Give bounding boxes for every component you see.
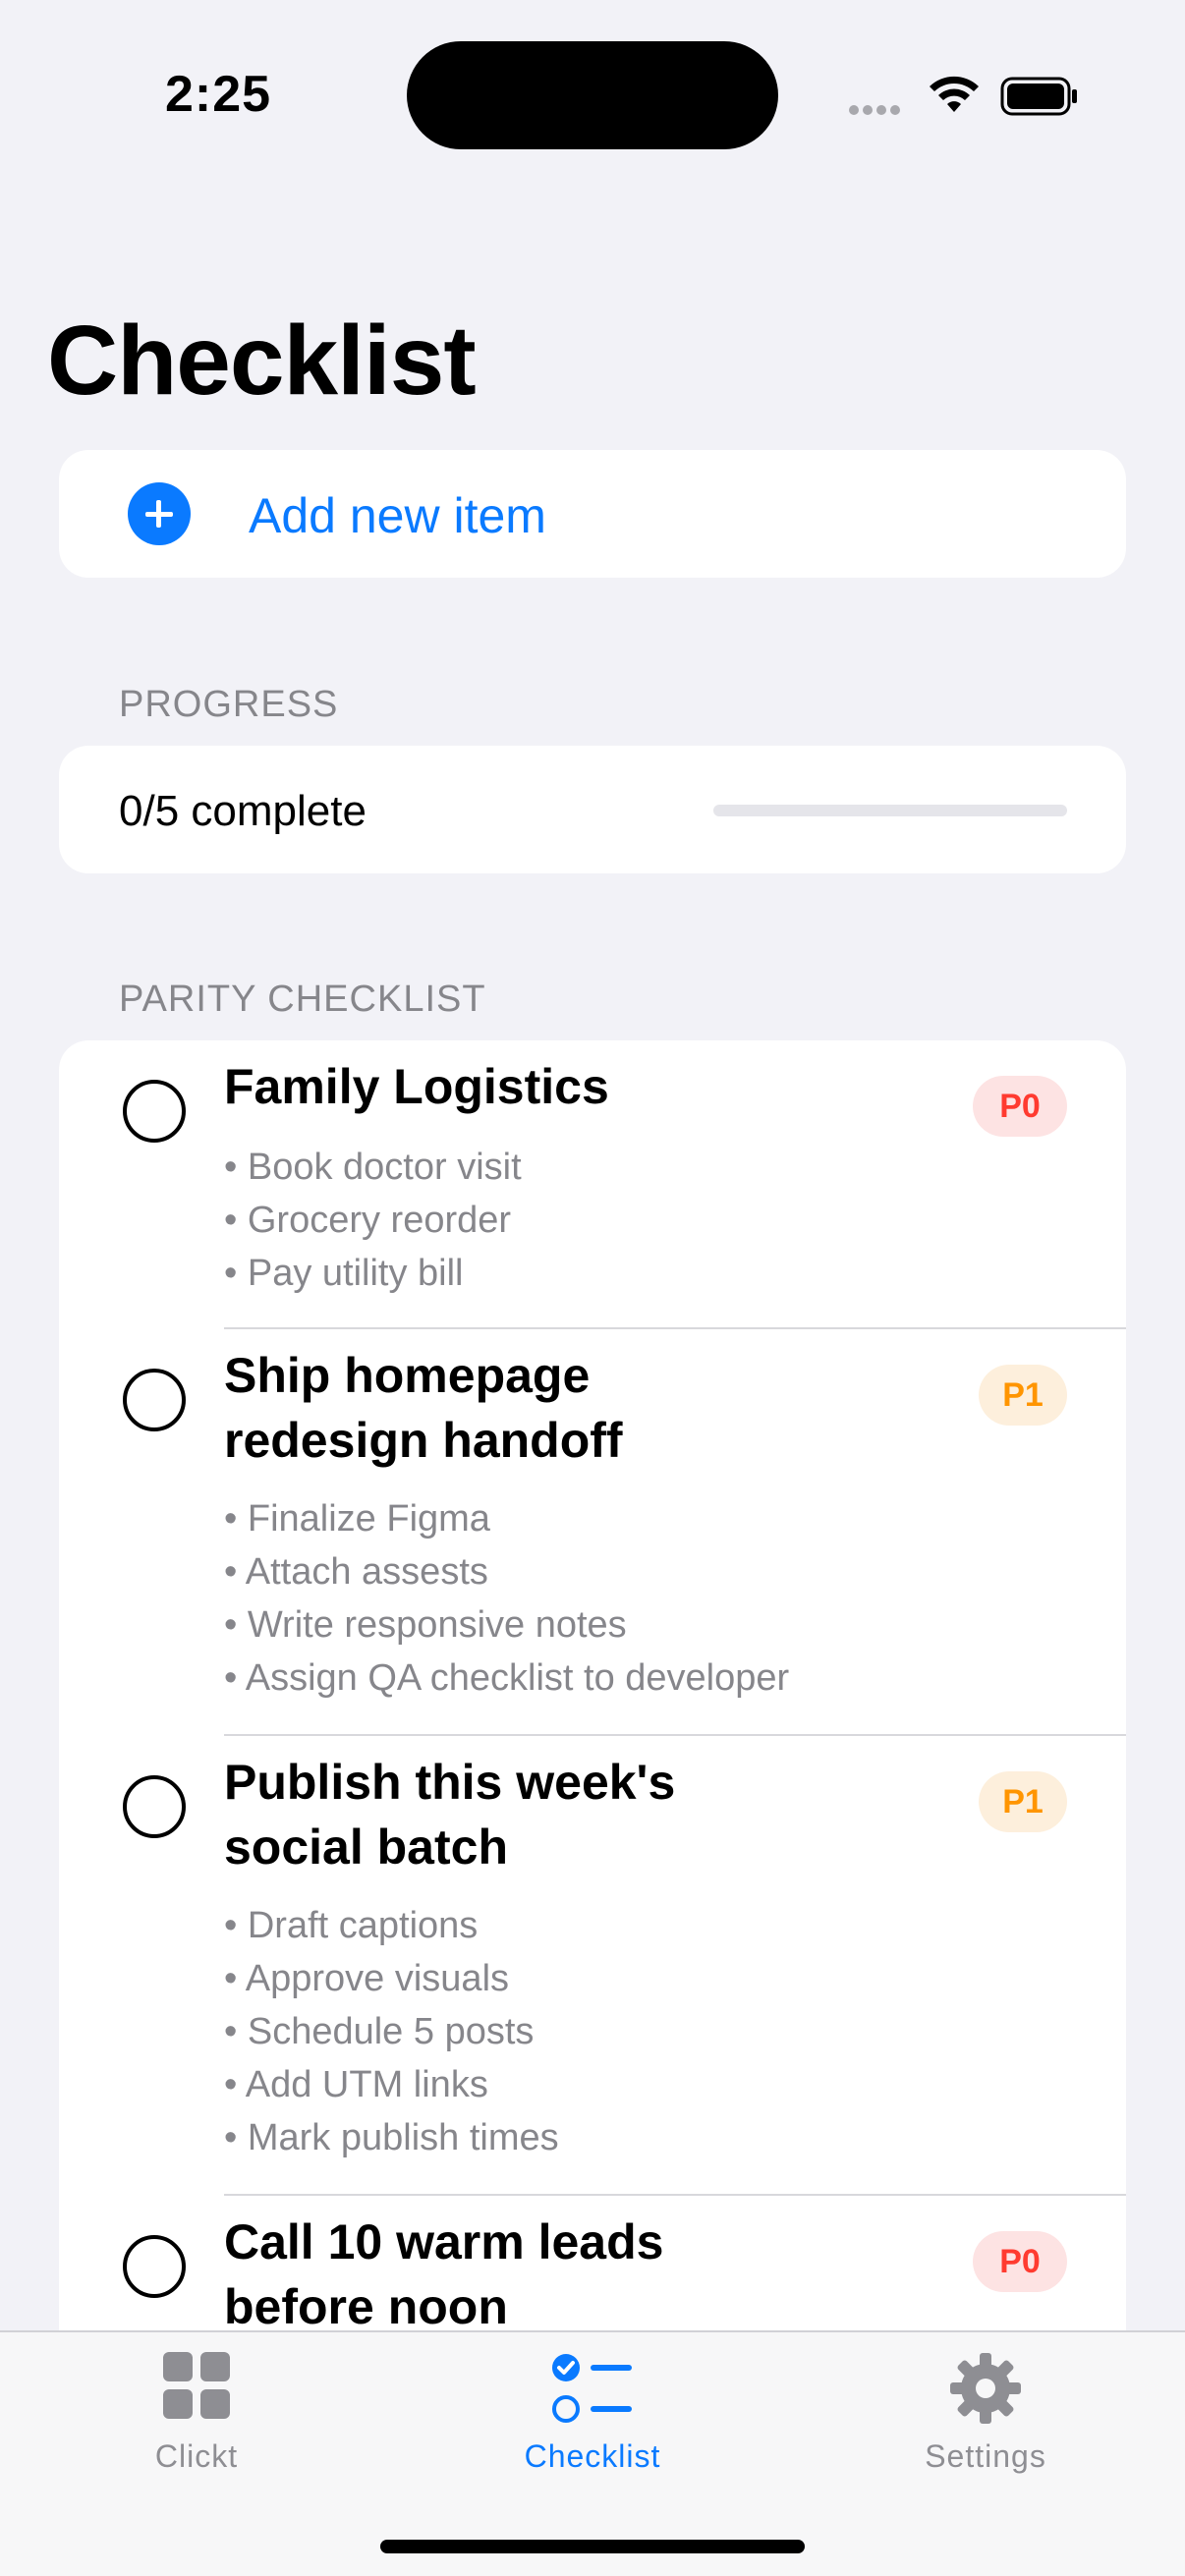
checkbox-circle-icon[interactable] — [123, 1369, 186, 1431]
page-title: Checklist — [47, 306, 477, 416]
add-item-label: Add new item — [249, 488, 546, 543]
gear-icon — [950, 2353, 1021, 2424]
subtask-text: • Grocery reorder — [224, 1200, 512, 1241]
subtask-text: • Write responsive notes — [224, 1604, 627, 1646]
subtask-text: • Approve visuals — [224, 1958, 510, 1999]
item-subtasks: • Book doctor visit • Grocery reorder • … — [224, 1141, 522, 1300]
signal-icon — [849, 102, 904, 120]
checkbox-circle-icon[interactable] — [123, 1080, 186, 1143]
grid-icon — [163, 2352, 230, 2419]
subtask-text: • Book doctor visit — [224, 1147, 522, 1188]
status-time: 2:25 — [165, 66, 272, 123]
status-bar: 2:25 — [0, 0, 1185, 196]
battery-icon — [1000, 77, 1077, 116]
priority-badge: P1 — [979, 1771, 1067, 1832]
item-title: Publish this week's social batch — [224, 1755, 676, 1875]
progress-card: 0/5 complete — [59, 746, 1126, 873]
subtask-text: • Draft captions — [224, 1905, 479, 1946]
item-title: Family Logistics — [224, 1059, 609, 1114]
checkbox-circle-icon[interactable] — [123, 2235, 186, 2298]
item-subtasks: • Finalize Figma • Attach assests • Writ… — [224, 1492, 789, 1705]
subtask-text: • Pay utility bill — [224, 1253, 464, 1294]
tab-label: Clickt — [154, 2438, 239, 2474]
item-title: Call 10 warm leads before noon — [224, 2214, 664, 2334]
subtask-text: • Attach assests — [224, 1551, 488, 1593]
priority-badge: P0 — [973, 1076, 1067, 1137]
plus-circle-icon — [128, 482, 191, 545]
subtask-text: • Schedule 5 posts — [224, 2011, 535, 2052]
item-subtasks: • Draft captions • Approve visuals • Sch… — [224, 1899, 559, 2164]
progress-status: 0/5 complete — [119, 787, 367, 835]
divider — [224, 2194, 1126, 2196]
progress-bar — [713, 805, 1067, 816]
checkbox-circle-icon[interactable] — [123, 1775, 186, 1838]
item-title: Ship homepage redesign handoff — [224, 1348, 623, 1468]
tab-clickt[interactable]: Clickt — [49, 2332, 344, 2490]
tab-checklist[interactable]: Checklist — [445, 2332, 740, 2490]
priority-badge: P1 — [979, 1365, 1067, 1426]
tab-label: Settings — [925, 2438, 1046, 2474]
divider — [224, 1327, 1126, 1329]
tab-label: Checklist — [524, 2438, 661, 2474]
subtask-text: • Finalize Figma — [224, 1498, 490, 1540]
wifi-icon — [930, 76, 979, 112]
progress-section-header: PROGRESS — [119, 684, 339, 725]
add-item-button[interactable]: Add new item — [59, 450, 1126, 578]
tab-settings[interactable]: Settings — [838, 2332, 1133, 2490]
checklist-section-header: PARITY CHECKLIST — [119, 979, 486, 1020]
subtask-text: • Add UTM links — [224, 2064, 488, 2105]
priority-badge: P0 — [973, 2231, 1067, 2292]
subtask-text: • Mark publish times — [224, 2117, 559, 2158]
home-indicator — [380, 2540, 805, 2553]
dynamic-island — [407, 41, 778, 149]
checklist-icon — [552, 2354, 632, 2423]
subtask-text: • Assign QA checklist to developer — [224, 1657, 790, 1699]
divider — [224, 1734, 1126, 1736]
